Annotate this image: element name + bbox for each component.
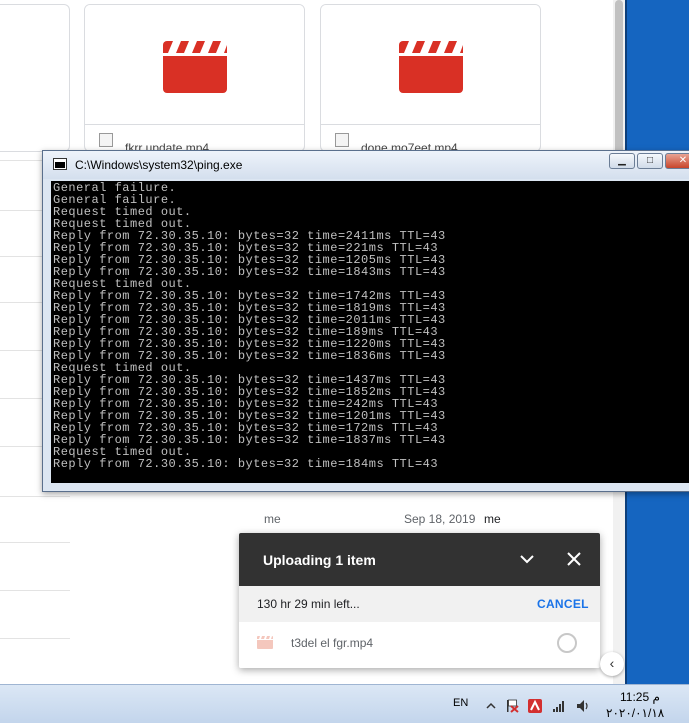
upload-status-bar: 130 hr 29 min left... CANCEL — [239, 586, 600, 622]
file-card[interactable]: fkrr update.mp4 — [84, 4, 305, 152]
broken-image-icon — [99, 133, 113, 147]
upload-file-name: t3del el fgr.mp4 — [291, 636, 374, 650]
close-button[interactable]: ✕ — [665, 153, 689, 169]
console-line: Reply from 72.30.35.10: bytes=32 time=18… — [53, 457, 439, 471]
clock-date[interactable]: ٢٠٢٠/٠١/١٨ — [606, 706, 664, 720]
divider — [0, 638, 70, 639]
close-icon[interactable] — [564, 549, 584, 569]
clock-time[interactable]: 11:25 م — [620, 690, 660, 704]
maximize-button[interactable]: □ — [637, 153, 663, 169]
row-modified-by: me — [484, 512, 501, 526]
upload-time-remaining: 130 hr 29 min left... — [257, 597, 360, 611]
ping-console-window[interactable]: C:\Windows\system32\ping.exe ▁ □ ✕ Gener… — [42, 150, 689, 492]
row-owner: me — [264, 512, 281, 526]
video-clapper-icon — [399, 41, 463, 93]
console-output[interactable]: General failure. General failure. Request … — [51, 181, 689, 483]
volume-icon[interactable] — [576, 699, 590, 713]
broken-image-icon — [335, 133, 349, 147]
cmd-icon — [53, 158, 67, 170]
file-card-partial[interactable] — [0, 4, 70, 152]
video-clapper-icon — [163, 41, 227, 93]
file-thumbnail[interactable] — [321, 5, 540, 125]
divider — [0, 542, 70, 543]
window-titlebar[interactable]: C:\Windows\system32\ping.exe ▁ □ ✕ — [43, 151, 689, 179]
upload-header: Uploading 1 item — [239, 533, 600, 586]
video-file-icon — [257, 636, 273, 649]
divider — [0, 590, 70, 591]
flag-icon[interactable] — [505, 699, 519, 713]
upload-progress-indicator — [557, 633, 577, 653]
upload-panel: Uploading 1 item 130 hr 29 min left... C… — [239, 533, 600, 668]
antivirus-icon[interactable] — [528, 699, 542, 713]
chevron-down-icon[interactable] — [517, 549, 537, 569]
upload-title: Uploading 1 item — [263, 552, 376, 568]
file-card[interactable]: done mo7eet.mp4 — [320, 4, 541, 152]
minimize-button[interactable]: ▁ — [609, 153, 635, 169]
window-title: C:\Windows\system32\ping.exe — [75, 158, 243, 172]
taskbar: EN 11:25 م ٢٠٢٠/٠١/١٨ — [0, 684, 689, 723]
cancel-upload-button[interactable]: CANCEL — [537, 597, 589, 611]
chevron-up-icon[interactable] — [484, 699, 498, 713]
chevron-left-icon[interactable]: ‹ — [600, 652, 624, 676]
network-icon[interactable] — [552, 699, 566, 713]
language-indicator[interactable]: EN — [453, 697, 468, 709]
divider — [0, 496, 70, 497]
file-thumbnail[interactable] — [85, 5, 304, 125]
upload-item[interactable]: t3del el fgr.mp4 — [239, 622, 600, 668]
row-modified-date: Sep 18, 2019 — [404, 512, 476, 526]
